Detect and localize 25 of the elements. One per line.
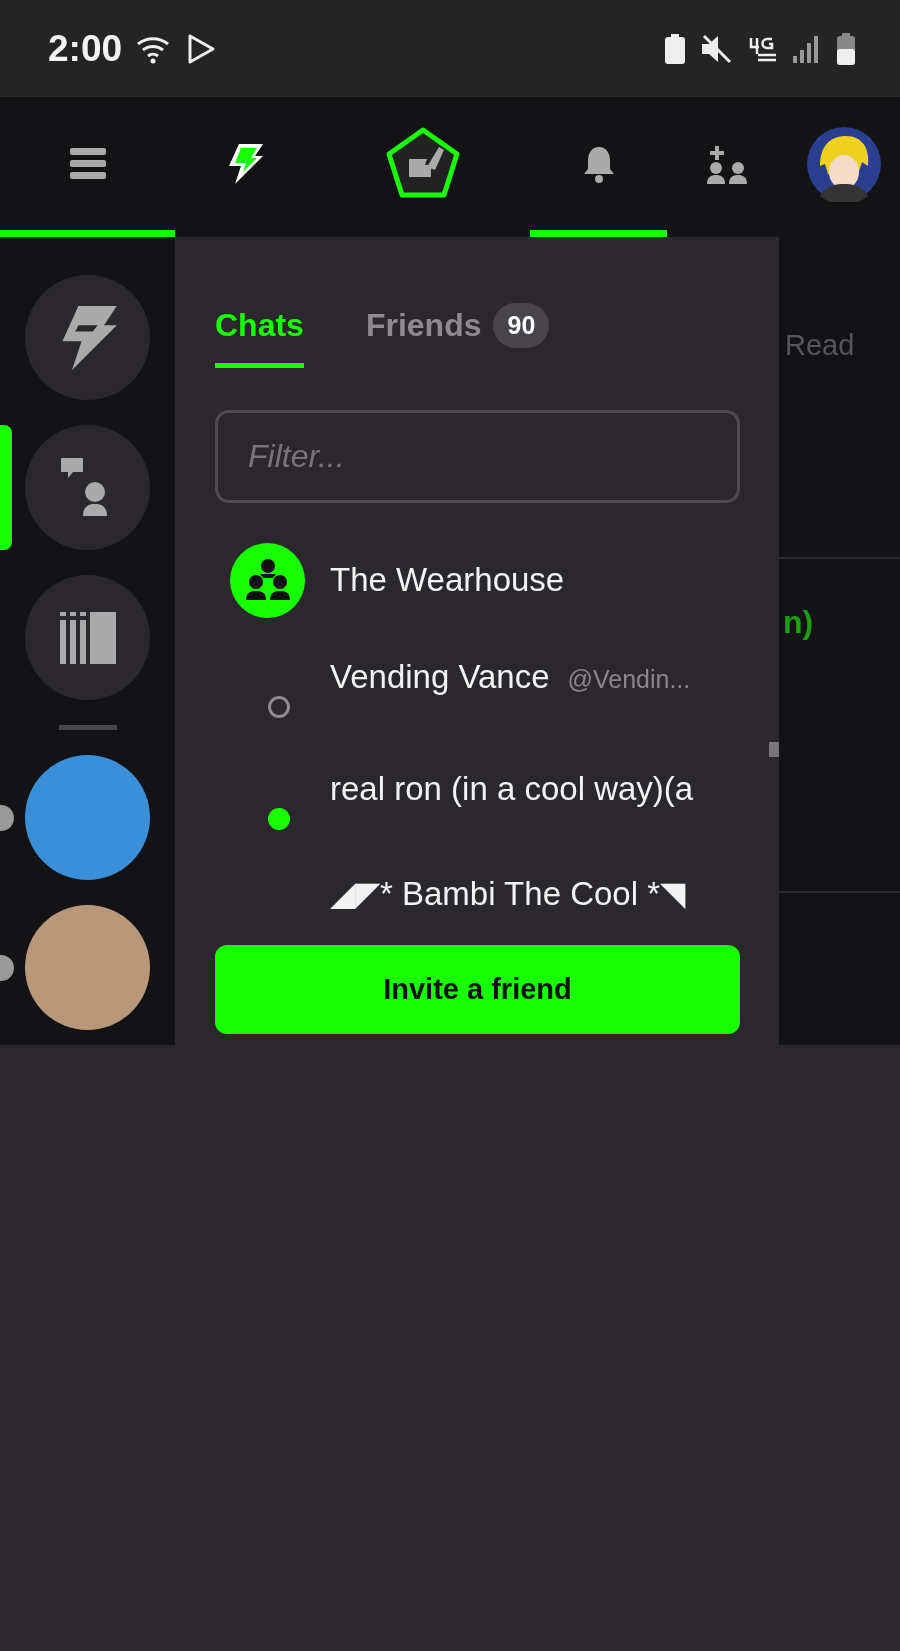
tab[interactable]: Friends 90 bbox=[365, 292, 550, 368]
chat-name[interactable]: ◢◤* Bambi The Cool *◥ bbox=[330, 874, 686, 913]
header-text: Read bbox=[785, 329, 855, 362]
play-triangle-icon bbox=[186, 32, 217, 65]
filter-field[interactable]: Filter... bbox=[215, 410, 740, 503]
battery-saver-icon bbox=[664, 32, 686, 65]
chat-name[interactable]: real ron (in a cool way)(a bbox=[330, 770, 694, 808]
scrollbar-thumb[interactable] bbox=[769, 742, 779, 757]
add-friend-icon[interactable] bbox=[706, 143, 748, 184]
battery-icon bbox=[836, 31, 856, 66]
menu-icon[interactable] bbox=[69, 147, 106, 180]
avatar-icon[interactable] bbox=[805, 125, 882, 202]
chat-name[interactable]: The Wearhouse bbox=[330, 561, 565, 599]
status-time: 2:00 bbox=[48, 27, 123, 70]
unread-indicator bbox=[0, 805, 14, 831]
unread-indicator bbox=[0, 955, 14, 981]
chat-name[interactable]: Vending Vance bbox=[330, 658, 550, 696]
library-icon bbox=[59, 611, 116, 664]
bell-icon[interactable] bbox=[581, 144, 616, 183]
chat-handle: @Vendin... bbox=[567, 665, 691, 694]
accent-text: n) bbox=[782, 604, 815, 641]
tab[interactable]: Chats bbox=[215, 292, 304, 368]
invite-button[interactable]: Invite a friend bbox=[215, 945, 740, 1034]
mute-icon bbox=[700, 33, 734, 64]
count-badge: 90 bbox=[493, 303, 550, 348]
